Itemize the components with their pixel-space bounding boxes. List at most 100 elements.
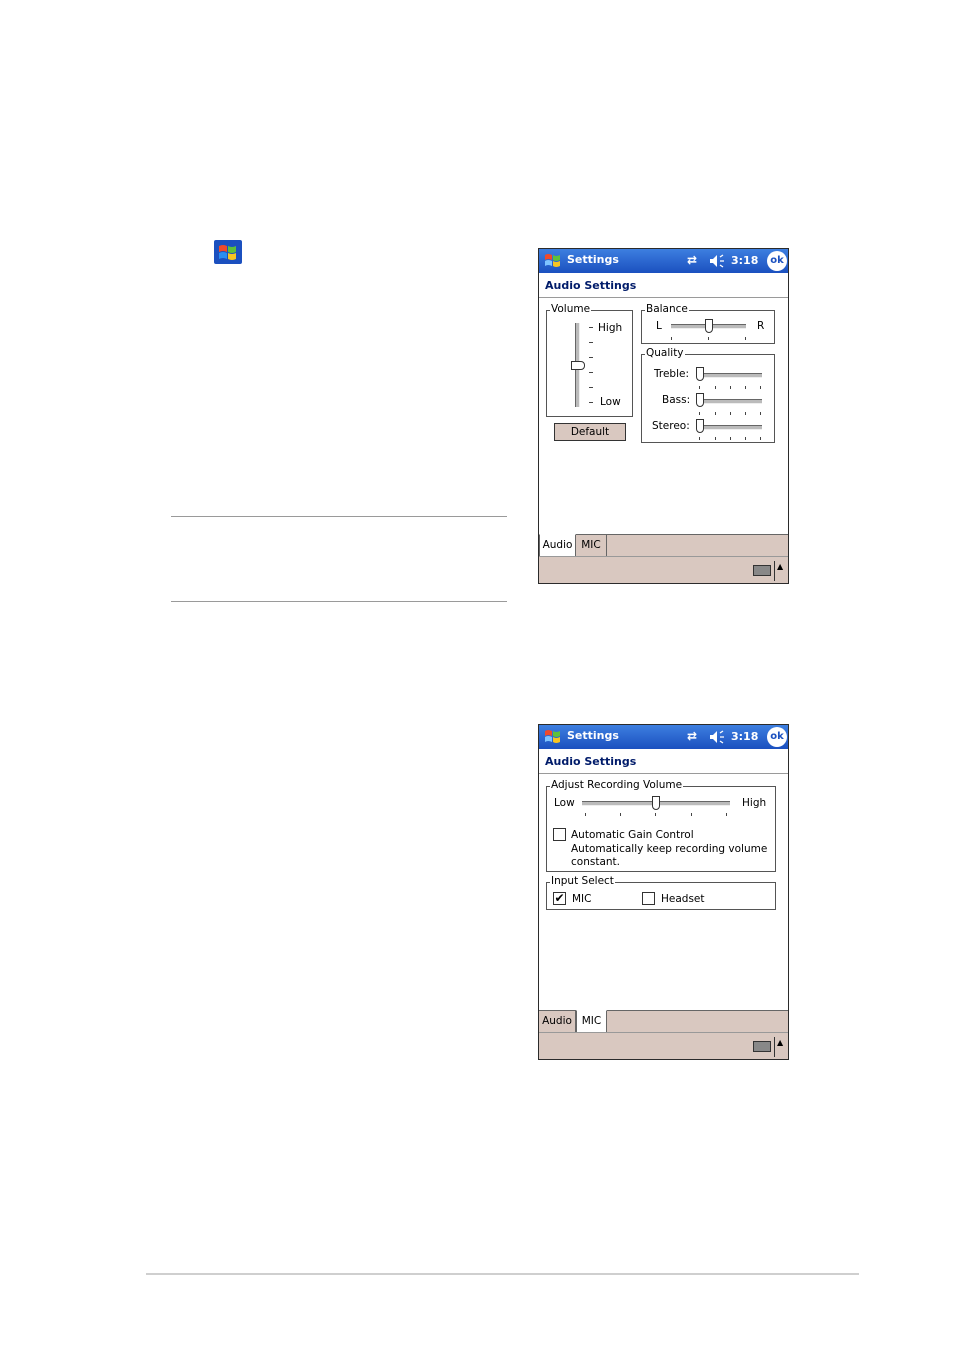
treble-tick (715, 386, 716, 389)
window-title: Settings (567, 253, 619, 266)
recording-low-label: Low (554, 797, 575, 809)
balance-right-label: R (757, 320, 765, 332)
tab-audio[interactable]: Audio (539, 1010, 576, 1032)
page-header: Audio Settings (545, 755, 637, 768)
windows-flag-icon (214, 240, 242, 264)
tab-bar: Audio MIC (539, 534, 788, 557)
ok-button[interactable]: ok (767, 251, 787, 271)
tab-bar: Audio MIC (539, 1010, 788, 1033)
footer-rule (146, 1273, 859, 1275)
keyboard-icon[interactable] (753, 1041, 771, 1052)
treble-tick (760, 386, 761, 389)
volume-slider-thumb[interactable] (571, 361, 585, 370)
mic-settings-screen: Settings ⇄ 3:18 ok Audio Settings Adjust… (538, 724, 789, 1060)
title-bar: Settings ⇄ 3:18 ok (539, 249, 788, 273)
tab-mic[interactable]: MIC (576, 1010, 607, 1032)
recording-group-label: Adjust Recording Volume (550, 779, 684, 792)
volume-group-label: Volume (550, 303, 592, 316)
volume-high-label: High (598, 322, 623, 334)
treble-tick (730, 386, 731, 389)
agc-checkbox[interactable] (553, 828, 566, 841)
sip-separator (774, 561, 775, 581)
tab-mic[interactable]: MIC (576, 534, 607, 556)
up-arrow-icon[interactable]: ▲ (777, 562, 783, 571)
audio-settings-screen: Settings ⇄ 3:18 ok Audio Settings Volume… (538, 248, 789, 584)
page-header: Audio Settings (545, 279, 637, 292)
mic-label: MIC (572, 893, 592, 905)
balance-tick (671, 337, 672, 340)
bass-track[interactable] (698, 399, 762, 404)
bass-slider-thumb[interactable] (696, 393, 704, 407)
divider-top (171, 516, 507, 517)
recording-tick (585, 813, 586, 816)
treble-track[interactable] (698, 373, 762, 378)
balance-tick (708, 337, 709, 340)
mic-checkbox[interactable]: ✔ (553, 892, 566, 905)
balance-tick (745, 337, 746, 340)
recording-tick (655, 813, 656, 816)
speaker-icon[interactable] (708, 253, 726, 269)
clock[interactable]: 3:18 (731, 730, 758, 743)
menu-bar: ▲ (539, 556, 788, 583)
header-divider (539, 297, 788, 298)
volume-tick (589, 357, 593, 358)
sip-separator (774, 1037, 775, 1057)
recording-tick (691, 813, 692, 816)
recording-tick (620, 813, 621, 816)
balance-left-label: L (656, 320, 662, 332)
recording-slider-thumb[interactable] (652, 796, 660, 810)
stereo-tick (699, 437, 700, 440)
stereo-tick (730, 437, 731, 440)
start-menu-icon[interactable] (541, 727, 565, 747)
sync-icon[interactable]: ⇄ (687, 729, 697, 743)
recording-high-label: High (742, 797, 767, 809)
stereo-track[interactable] (698, 425, 762, 430)
input-select-group: Input Select ✔ MIC Headset (546, 875, 776, 910)
divider-bottom (171, 601, 507, 602)
stereo-slider-thumb[interactable] (696, 419, 704, 433)
ok-button[interactable]: ok (767, 727, 787, 747)
speaker-icon[interactable] (708, 729, 726, 745)
default-button[interactable]: Default (554, 423, 626, 441)
agc-label: Automatic Gain Control (571, 829, 694, 841)
sync-icon[interactable]: ⇄ (687, 253, 697, 267)
treble-slider-thumb[interactable] (696, 367, 704, 381)
treble-tick (699, 386, 700, 389)
headset-checkbox[interactable] (642, 892, 655, 905)
quality-group: Quality Treble: Bass: Stereo: (641, 347, 775, 443)
recording-volume-group: Adjust Recording Volume Low High Automat… (546, 779, 776, 872)
treble-label: Treble: (654, 368, 689, 380)
title-bar: Settings ⇄ 3:18 ok (539, 725, 788, 749)
stereo-tick (715, 437, 716, 440)
window-title: Settings (567, 729, 619, 742)
bass-tick (699, 412, 700, 415)
headset-label: Headset (661, 893, 705, 905)
bass-tick (760, 412, 761, 415)
bass-tick (715, 412, 716, 415)
volume-low-label: Low (600, 396, 621, 408)
bass-tick (730, 412, 731, 415)
stereo-tick (760, 437, 761, 440)
header-divider (539, 773, 788, 774)
volume-tick (589, 402, 593, 403)
bass-label: Bass: (662, 394, 691, 406)
input-select-label: Input Select (550, 875, 615, 888)
volume-group: Volume High Low (546, 303, 633, 417)
treble-tick (745, 386, 746, 389)
quality-group-label: Quality (645, 347, 685, 360)
volume-tick (589, 387, 593, 388)
keyboard-icon[interactable] (753, 565, 771, 576)
up-arrow-icon[interactable]: ▲ (777, 1038, 783, 1047)
volume-tick (589, 327, 593, 328)
balance-group-label: Balance (645, 303, 689, 316)
menu-bar: ▲ (539, 1032, 788, 1059)
stereo-tick (745, 437, 746, 440)
volume-tick (589, 342, 593, 343)
balance-slider-thumb[interactable] (704, 319, 713, 333)
agc-description-cont: constant. (571, 856, 620, 868)
volume-tick (589, 372, 593, 373)
tab-audio[interactable]: Audio (539, 534, 576, 556)
start-menu-icon[interactable] (541, 251, 565, 271)
stereo-label: Stereo: (652, 420, 690, 432)
clock[interactable]: 3:18 (731, 254, 758, 267)
